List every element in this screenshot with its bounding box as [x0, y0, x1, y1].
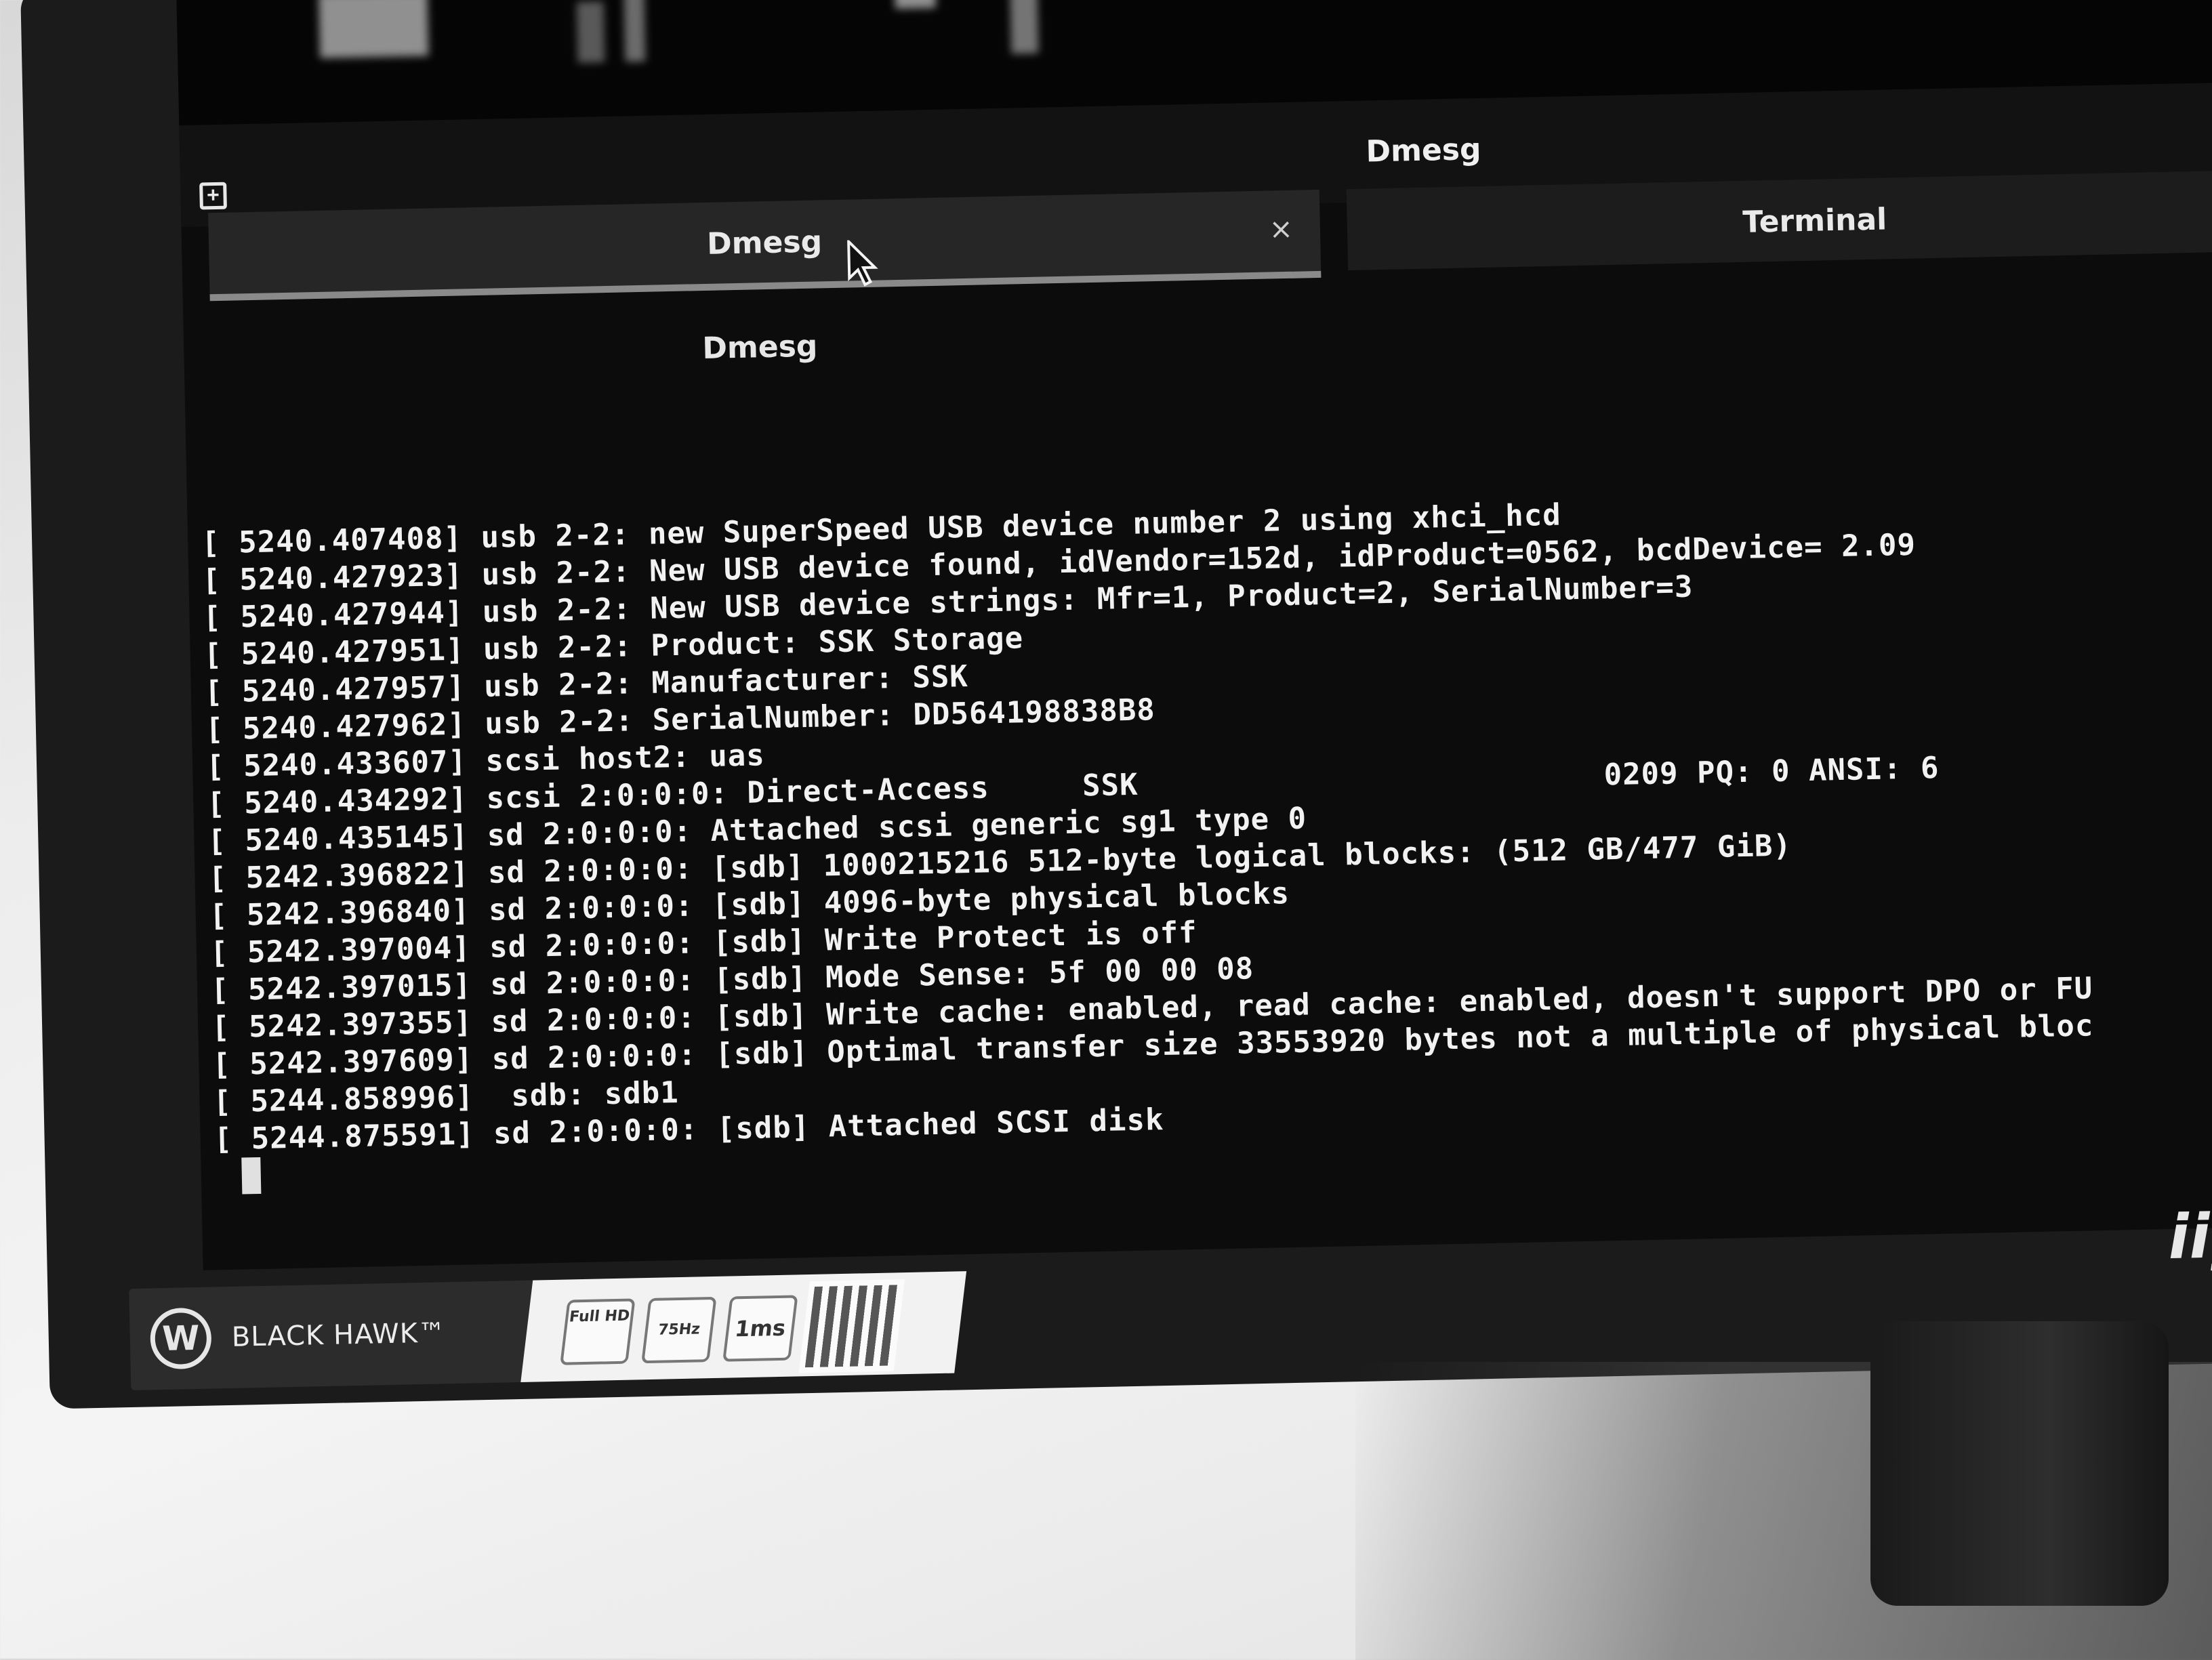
- monitor-brand: BLACK HAWK™: [231, 1317, 447, 1353]
- qr-code-icon: [798, 1279, 905, 1373]
- refresh-rate-badge: 75Hz: [641, 1296, 717, 1364]
- monitor-stand: [1870, 1321, 2169, 1606]
- text-cursor: [241, 1157, 262, 1195]
- tab-label: Terminal: [1742, 202, 1887, 240]
- screen: + Dmesg Dmesg × Terminal Dmesg [ 5240.40…: [176, 0, 2212, 1270]
- full-hd-badge: Full HD: [560, 1298, 636, 1365]
- mouse-pointer-icon: [847, 239, 878, 287]
- response-time-badge: 1ms: [722, 1295, 798, 1362]
- hawk-logo-icon: W: [149, 1307, 212, 1370]
- terminal-output[interactable]: [ 5240.407408] usb 2-2: new SuperSpeed U…: [201, 481, 2212, 1270]
- tab-label: Dmesg: [706, 224, 823, 262]
- window-title: Dmesg: [1366, 131, 1481, 169]
- feature-badges: Full HD 75Hz 1ms: [520, 1271, 967, 1382]
- content-title: Dmesg: [701, 329, 818, 367]
- new-tab-icon[interactable]: +: [199, 182, 227, 210]
- monitor: + Dmesg Dmesg × Terminal Dmesg [ 5240.40…: [20, 0, 2212, 1409]
- monitor-logo: iiya: [2167, 1199, 2212, 1274]
- close-icon[interactable]: ×: [1269, 212, 1293, 246]
- monitor-brand-strip: W BLACK HAWK™ Full HD 75Hz 1ms: [129, 1271, 967, 1391]
